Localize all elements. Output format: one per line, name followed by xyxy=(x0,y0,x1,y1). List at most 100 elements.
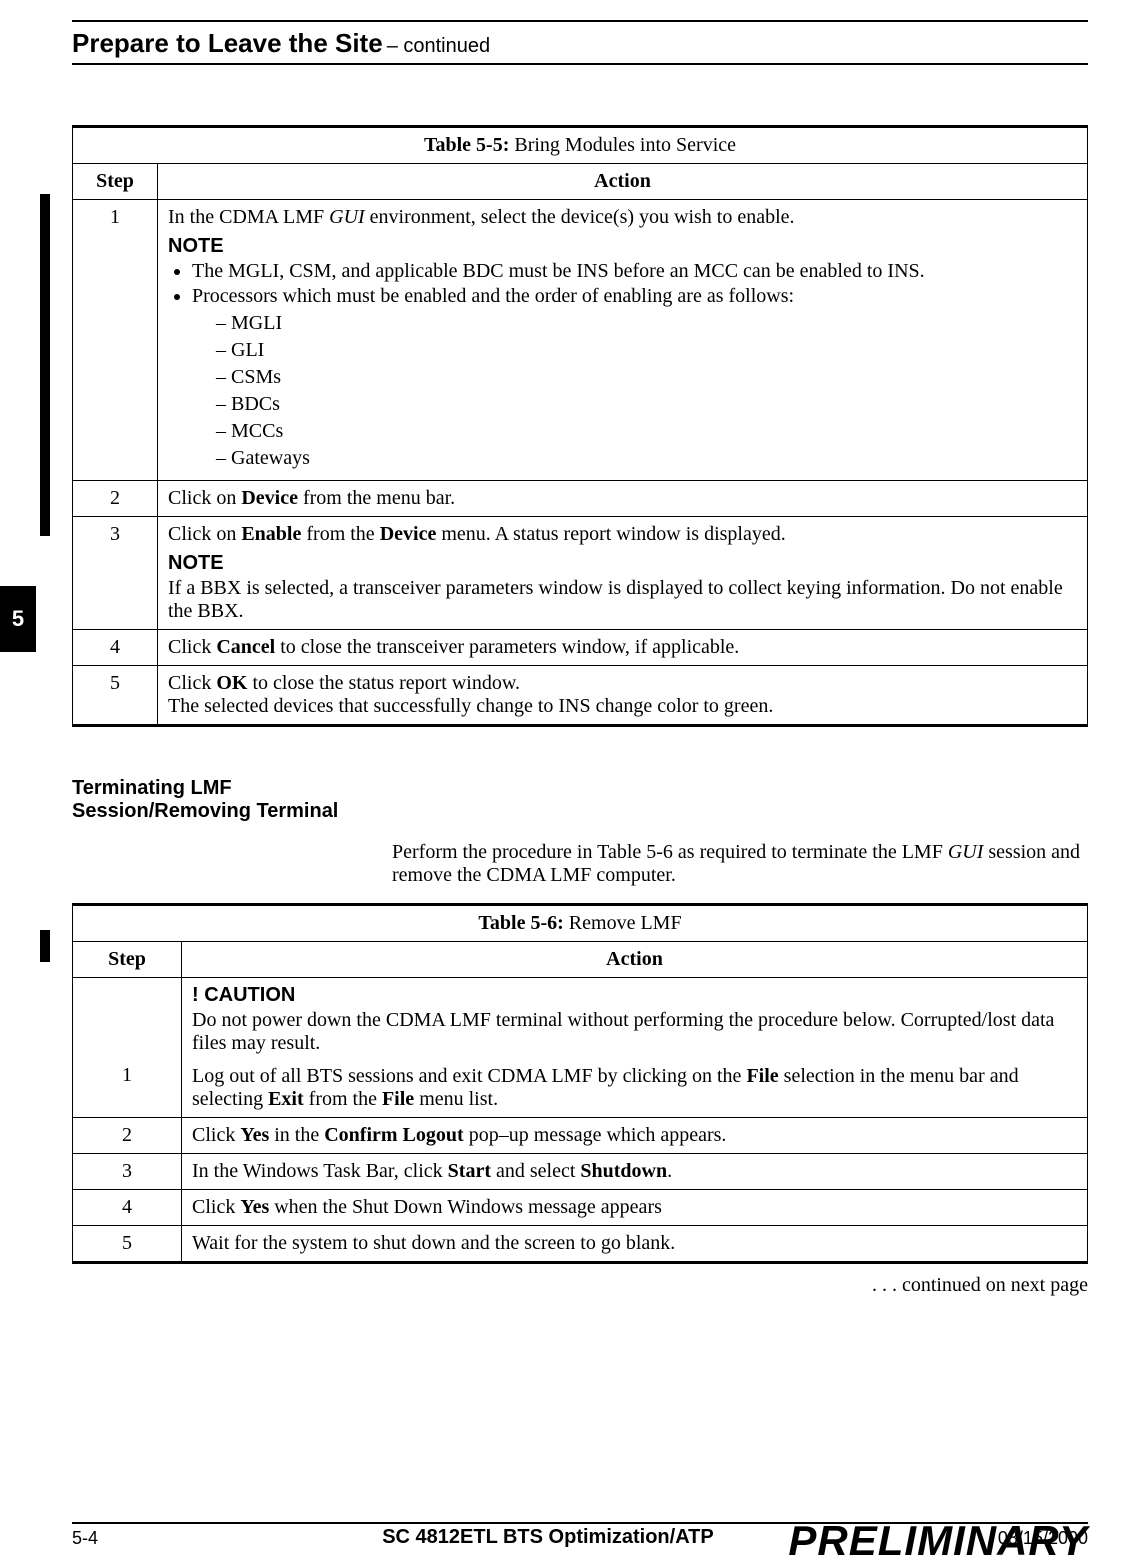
caution-body: Do not power down the CDMA LMF terminal … xyxy=(192,1009,1054,1054)
text: Device xyxy=(241,487,298,509)
change-bar xyxy=(40,194,50,536)
page-header: Prepare to Leave the Site – continued xyxy=(72,28,1088,59)
text: environment, select the device(s) you wi… xyxy=(365,206,795,228)
col-action: Action xyxy=(158,164,1088,200)
step-number: 1 xyxy=(73,978,182,1118)
text: Terminating LMF xyxy=(72,777,232,799)
list-item: BDCs xyxy=(216,393,1077,416)
note-label: NOTE xyxy=(168,552,1077,575)
text: Click xyxy=(168,672,216,694)
text: In the CDMA LMF xyxy=(168,206,329,228)
text: from the menu bar. xyxy=(298,487,455,509)
continued-note: . . . continued on next page xyxy=(72,1274,1088,1297)
text: Yes xyxy=(240,1124,269,1146)
text: menu. A status report window is displaye… xyxy=(436,523,785,545)
action-cell: Click Cancel to close the transceiver pa… xyxy=(158,630,1088,666)
action-cell: In the CDMA LMF GUI environment, select … xyxy=(158,200,1088,481)
text: Enable xyxy=(241,523,301,545)
text: Click on xyxy=(168,523,241,545)
caption-label: Table 5-5: xyxy=(424,134,509,156)
step-number: 2 xyxy=(73,1118,182,1154)
caption-rest: Bring Modules into Service xyxy=(509,134,736,156)
text: from the xyxy=(301,523,379,545)
step-number: 5 xyxy=(73,1226,182,1263)
table-row: 4 Click Cancel to close the transceiver … xyxy=(73,630,1088,666)
step-number: 4 xyxy=(73,1190,182,1226)
table-caption: Table 5-5: Bring Modules into Service xyxy=(72,125,1088,163)
page-title-continued: – continued xyxy=(387,35,490,57)
col-action: Action xyxy=(182,942,1088,978)
list-item: MGLI xyxy=(216,312,1077,335)
text: GUI xyxy=(329,206,365,228)
page-title: Prepare to Leave the Site xyxy=(72,28,383,58)
body-paragraph: Perform the procedure in Table 5-6 as re… xyxy=(392,841,1088,887)
text: OK xyxy=(216,672,247,694)
list-item: Gateways xyxy=(216,447,1077,470)
caution-label: ! CAUTION xyxy=(192,984,1077,1007)
change-bar xyxy=(40,930,50,962)
text: and select xyxy=(491,1160,580,1182)
section-heading: Terminating LMF Session/Removing Termina… xyxy=(72,777,1088,823)
step-number: 5 xyxy=(73,666,158,726)
text: File xyxy=(382,1088,414,1110)
table-row: 5 Click OK to close the status report wi… xyxy=(73,666,1088,726)
action-cell: Click on Device from the menu bar. xyxy=(158,481,1088,517)
text: in the xyxy=(269,1124,324,1146)
note-label: NOTE xyxy=(168,235,1077,258)
action-cell: Click Yes in the Confirm Logout pop–up m… xyxy=(182,1118,1088,1154)
step-number: 4 xyxy=(73,630,158,666)
text: Session/Removing Terminal xyxy=(72,800,338,822)
text: Shutdown xyxy=(580,1160,667,1182)
text: Log out of all BTS sessions and exit CDM… xyxy=(192,1065,746,1087)
caption-label: Table 5-6: xyxy=(478,912,563,934)
step-number: 1 xyxy=(73,200,158,481)
text: pop–up message which appears. xyxy=(464,1124,727,1146)
doc-title: SC 4812ETL BTS Optimization/ATP xyxy=(382,1526,714,1549)
list-item: Processors which must be enabled and the… xyxy=(192,285,1077,470)
text: from the xyxy=(304,1088,382,1110)
note-body: If a BBX is selected, a transceiver para… xyxy=(168,577,1063,622)
table-row: 3 Click on Enable from the Device menu. … xyxy=(73,517,1088,630)
page-number: 5-4 xyxy=(72,1528,98,1549)
text: menu list. xyxy=(414,1088,498,1110)
text: Exit xyxy=(268,1088,304,1110)
text: 1 xyxy=(122,1064,132,1086)
text: In the Windows Task Bar, click xyxy=(192,1160,448,1182)
text: The selected devices that successfully c… xyxy=(168,695,773,717)
table-row: 1 In the CDMA LMF GUI environment, selec… xyxy=(73,200,1088,481)
step-number: 2 xyxy=(73,481,158,517)
text: . xyxy=(667,1160,672,1182)
chapter-tab: 5 xyxy=(0,586,36,652)
step-number: 3 xyxy=(73,1154,182,1190)
text: when the Shut Down Windows message appea… xyxy=(269,1196,662,1218)
table-row: 3 In the Windows Task Bar, click Start a… xyxy=(73,1154,1088,1190)
action-cell: ! CAUTION Do not power down the CDMA LMF… xyxy=(182,978,1088,1118)
list-item: The MGLI, CSM, and applicable BDC must b… xyxy=(192,260,1077,283)
action-cell: In the Windows Task Bar, click Start and… xyxy=(182,1154,1088,1190)
preliminary-watermark: PRELIMINARY xyxy=(788,1517,1088,1565)
text: to close the status report window. xyxy=(247,672,520,694)
action-cell: Click OK to close the status report wind… xyxy=(158,666,1088,726)
table-row: 2 Click on Device from the menu bar. xyxy=(73,481,1088,517)
text: Cancel xyxy=(216,636,275,658)
text: Device xyxy=(380,523,437,545)
action-cell: Wait for the system to shut down and the… xyxy=(182,1226,1088,1263)
table-row: 2 Click Yes in the Confirm Logout pop–up… xyxy=(73,1118,1088,1154)
text: Yes xyxy=(240,1196,269,1218)
list-item: CSMs xyxy=(216,366,1077,389)
list-item: MCCs xyxy=(216,420,1077,443)
text: Wait for the system to shut down and the… xyxy=(192,1232,675,1254)
table-5-5: Table 5-5: Bring Modules into Service St… xyxy=(72,125,1088,727)
col-step: Step xyxy=(73,164,158,200)
table-row: 5 Wait for the system to shut down and t… xyxy=(73,1226,1088,1263)
table-caption: Table 5-6: Remove LMF xyxy=(72,903,1088,941)
table-5-6: Table 5-6: Remove LMF Step Action 1 ! CA… xyxy=(72,903,1088,1264)
text: Click xyxy=(192,1196,240,1218)
table-row: 1 ! CAUTION Do not power down the CDMA L… xyxy=(73,978,1088,1118)
action-cell: Click on Enable from the Device menu. A … xyxy=(158,517,1088,630)
step-number: 3 xyxy=(73,517,158,630)
text: Perform the procedure in Table 5-6 as re… xyxy=(392,841,948,863)
text: Processors which must be enabled and the… xyxy=(192,285,794,307)
table-row: 4 Click Yes when the Shut Down Windows m… xyxy=(73,1190,1088,1226)
col-step: Step xyxy=(73,942,182,978)
